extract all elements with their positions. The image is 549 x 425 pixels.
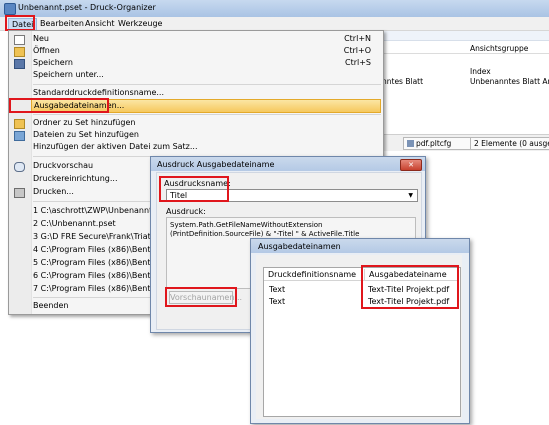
toolbar [381,31,549,41]
menu-item-label: Druckereinrichtung... [33,174,118,183]
menu-item-label: 2 C:\Unbenannt.pset [33,219,116,228]
label-ausdruck: Ausdruck: [166,207,206,216]
open-folder-icon [14,47,25,57]
save-icon [14,59,25,69]
menu-bar: Datei Bearbeiten Ansicht Werkzeuge [0,15,549,31]
add-files-icon [14,131,25,141]
menu-item-label: Drucken... [33,187,74,196]
dialog-body: Druckdefinitionsname Ausgabedateiname Te… [256,255,462,419]
status-file: pdf.pltcfg [416,139,452,148]
dialog-title-bar: Ausgabedateinamen [251,239,469,253]
menu-item-label: Speichern unter... [33,70,104,79]
col-ansichtsgruppe[interactable]: Ansichtsgruppe [470,44,528,53]
menu-item-dateien-hinzufuegen[interactable]: Dateien zu Set hinzufügen [14,129,381,141]
table-cell: nntes Blatt [382,77,424,86]
menu-item-label: Hinzufügen der aktiven Datei zum Satz... [33,142,198,151]
menu-werkzeuge[interactable]: Werkzeuge [115,18,165,29]
chevron-down-icon: ▼ [408,192,413,199]
menu-item-label: Öffnen [33,46,60,55]
table-cell: Unbenanntes Blatt Ansicht [470,77,549,86]
menu-item-shortcut: Ctrl+N [344,34,371,43]
menu-item-shortcut: Ctrl+S [344,58,371,67]
menu-bearbeiten[interactable]: Bearbeiten [37,18,87,29]
menu-separator [33,84,381,85]
table-header: Ansichtsgruppe [382,42,549,54]
highlight-ausdrucksname [159,176,229,202]
row-1-name[interactable]: Text [269,285,285,294]
set-table: Ansichtsgruppe Index nntes Blatt Unbenan… [381,41,549,133]
menu-gutter [9,31,32,314]
menu-item-shortcut: Ctrl+O [343,46,371,55]
menu-ansicht[interactable]: Ansicht [82,18,118,29]
highlight-ausgabedateiname-column [361,265,459,309]
status-config: pdf.pltcfg [403,137,471,150]
title-bar: Unbenannt.pset - Druck-Organizer [0,0,549,18]
menu-item-label: Beenden [33,301,69,310]
col-druckdefinitionsname[interactable]: Druckdefinitionsname [264,269,364,281]
highlight-vorschaunamen [165,287,237,307]
table-cell: Index [470,67,491,76]
app-icon [4,3,16,15]
config-file-icon [407,140,414,147]
highlight-datei [5,15,35,31]
printer-icon [14,188,25,198]
main-window: Unbenannt.pset - Druck-Organizer Datei B… [0,0,549,425]
print-preview-icon [14,162,25,172]
menu-item-label: Dateien zu Set hinzufügen [33,130,139,139]
status-bar: pdf.pltcfg 2 Elemente (0 ausgewählt) [381,134,549,151]
add-folder-icon [14,119,25,129]
menu-item-aktive-datei-hinzufuegen[interactable]: Hinzufügen der aktiven Datei zum Satz... [31,141,381,153]
menu-item-label: Speichern [33,58,73,67]
menu-item-label: Ordner zu Set hinzufügen [33,118,136,127]
expression-text: System.Path.GetFileNameWithoutExtension … [170,221,360,238]
window-title: Unbenannt.pset - Druck-Organizer [18,3,156,12]
dialog-title-bar: Ausdruck Ausgabedateiname ✕ [151,157,425,171]
menu-item-oeffnen[interactable]: Öffnen Ctrl+O [14,45,381,57]
menu-item-ordner-hinzufuegen[interactable]: Ordner zu Set hinzufügen [14,117,381,129]
menu-separator [33,114,381,115]
new-file-icon [14,35,25,45]
close-button[interactable]: ✕ [400,159,422,171]
dialog-title: Ausdruck Ausgabedateiname [157,160,275,169]
dialog-title: Ausgabedateinamen [258,242,341,251]
menu-item-label: Druckvorschau [33,161,94,170]
menu-item-neu[interactable]: Neu Ctrl+N [14,33,381,45]
menu-item-label: Neu [33,34,49,43]
dialog-ausgabedateinamen: Ausgabedateinamen Druckdefinitionsname A… [250,238,470,424]
menu-item-speichern-unter[interactable]: Speichern unter... [31,69,381,81]
row-2-name[interactable]: Text [269,297,285,306]
highlight-ausgabedateinamen [9,98,109,113]
menu-item-speichern[interactable]: Speichern Ctrl+S [14,57,381,69]
status-count: 2 Elemente (0 ausgewählt) [470,137,549,150]
